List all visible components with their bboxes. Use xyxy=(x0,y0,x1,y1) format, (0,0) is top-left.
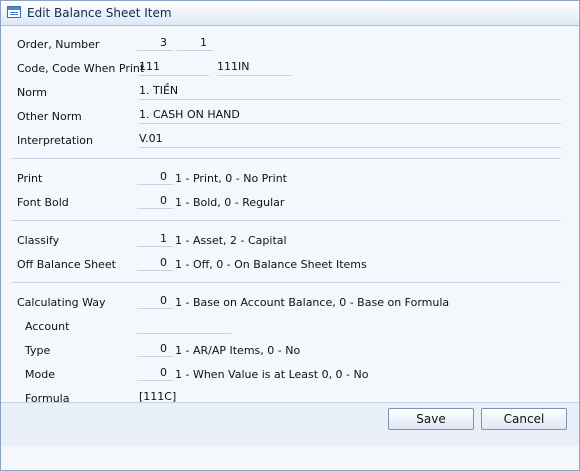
mode-label: Mode xyxy=(25,368,55,381)
calculating-way-label: Calculating Way xyxy=(17,296,106,309)
window-title: Edit Balance Sheet Item xyxy=(27,6,172,20)
other-norm-input[interactable]: 1. CASH ON HAND xyxy=(139,108,561,124)
section-divider xyxy=(11,158,561,159)
number-input[interactable]: 1 xyxy=(177,36,213,51)
font-bold-hint: 1 - Bold, 0 - Regular xyxy=(175,196,285,209)
classify-input[interactable]: 1 xyxy=(137,232,173,247)
calculating-way-hint: 1 - Base on Account Balance, 0 - Base on… xyxy=(175,296,450,309)
off-balance-sheet-input[interactable]: 0 xyxy=(137,256,173,271)
classify-hint: 1 - Asset, 2 - Capital xyxy=(175,234,287,247)
order-number-label: Order, Number xyxy=(17,38,100,51)
type-hint: 1 - AR/AP Items, 0 - No xyxy=(175,344,301,357)
form-window-icon xyxy=(7,6,21,18)
other-norm-label: Other Norm xyxy=(17,110,82,123)
print-hint: 1 - Print, 0 - No Print xyxy=(175,172,287,185)
font-bold-input[interactable]: 0 xyxy=(137,194,173,209)
type-input[interactable]: 0 xyxy=(137,342,173,357)
norm-label: Norm xyxy=(17,86,48,99)
type-label: Type xyxy=(25,344,51,357)
classify-label: Classify xyxy=(17,234,60,247)
code-label: Code, Code When Print xyxy=(17,62,145,75)
print-input[interactable]: 0 xyxy=(137,170,173,185)
title-bar[interactable]: Edit Balance Sheet Item xyxy=(1,1,579,26)
code-input[interactable]: 111 xyxy=(139,60,209,76)
code-when-print-input[interactable]: 111IN xyxy=(217,60,291,76)
dialog-footer: Save Cancel xyxy=(1,402,579,446)
account-input[interactable] xyxy=(137,318,231,334)
off-balance-sheet-hint: 1 - Off, 0 - On Balance Sheet Items xyxy=(175,258,367,271)
save-button[interactable]: Save xyxy=(388,408,474,430)
interpretation-input[interactable]: V.01 xyxy=(139,132,561,148)
mode-input[interactable]: 0 xyxy=(137,366,173,381)
cancel-button[interactable]: Cancel xyxy=(481,408,567,430)
print-label: Print xyxy=(17,172,43,185)
edit-balance-sheet-item-dialog: Edit Balance Sheet Item Order, Number 3 … xyxy=(0,0,580,471)
font-bold-label: Font Bold xyxy=(17,196,69,209)
section-divider xyxy=(11,220,561,221)
interpretation-label: Interpretation xyxy=(17,134,93,147)
account-label: Account xyxy=(25,320,70,333)
norm-input[interactable]: 1. TIỀN xyxy=(139,84,561,100)
section-divider xyxy=(11,282,561,283)
order-input[interactable]: 3 xyxy=(137,36,173,51)
off-balance-sheet-label: Off Balance Sheet xyxy=(17,258,116,271)
mode-hint: 1 - When Value is at Least 0, 0 - No xyxy=(175,368,369,381)
calculating-way-input[interactable]: 0 xyxy=(137,294,173,309)
